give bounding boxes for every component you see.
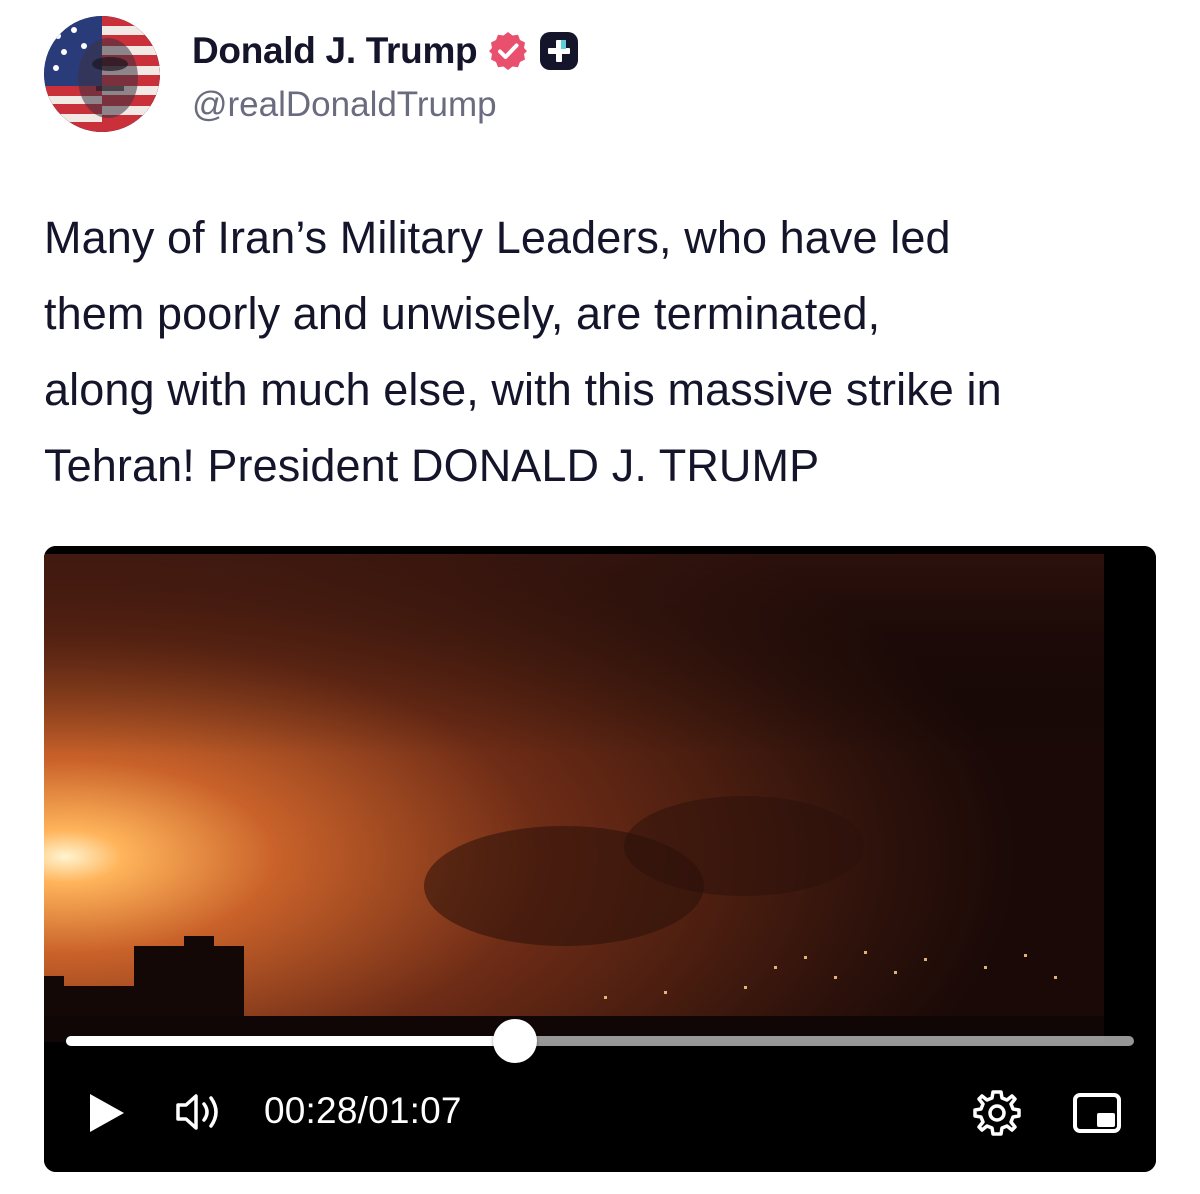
author-handle[interactable]: @realDonaldTrump [192, 85, 579, 125]
verified-badge-icon [487, 30, 529, 72]
settings-icon[interactable] [972, 1088, 1022, 1143]
progress-thumb[interactable] [492, 1019, 537, 1063]
progress-fill [66, 1036, 515, 1046]
post-card: Donald J. Trump @realDonaldTrump Many of… [0, 0, 1200, 1194]
author-identity: Donald J. Trump @realDonaldTrump [192, 23, 579, 125]
volume-icon[interactable] [174, 1090, 226, 1139]
current-time: 00:28 [264, 1090, 358, 1131]
author-display-name[interactable]: Donald J. Trump [192, 30, 478, 72]
post-text: Many of Iran’s Military Leaders, who hav… [44, 212, 1002, 491]
video-time: 00:28/01:07 [264, 1090, 462, 1132]
progress-bar[interactable] [66, 1019, 1134, 1063]
play-icon[interactable] [88, 1092, 126, 1139]
post-header: Donald J. Trump @realDonaldTrump [44, 16, 579, 132]
video-controls: 00:28/01:07 [44, 1019, 1156, 1172]
duration: 01:07 [368, 1090, 462, 1131]
truth-plus-icon [539, 31, 579, 71]
picture-in-picture-icon[interactable] [1072, 1092, 1122, 1139]
name-row: Donald J. Trump [192, 23, 579, 79]
time-separator: / [357, 1090, 369, 1131]
controls-row: 00:28/01:07 [44, 1062, 1156, 1162]
video-player[interactable]: 00:28/01:07 [44, 546, 1156, 1172]
avatar[interactable] [44, 16, 160, 132]
